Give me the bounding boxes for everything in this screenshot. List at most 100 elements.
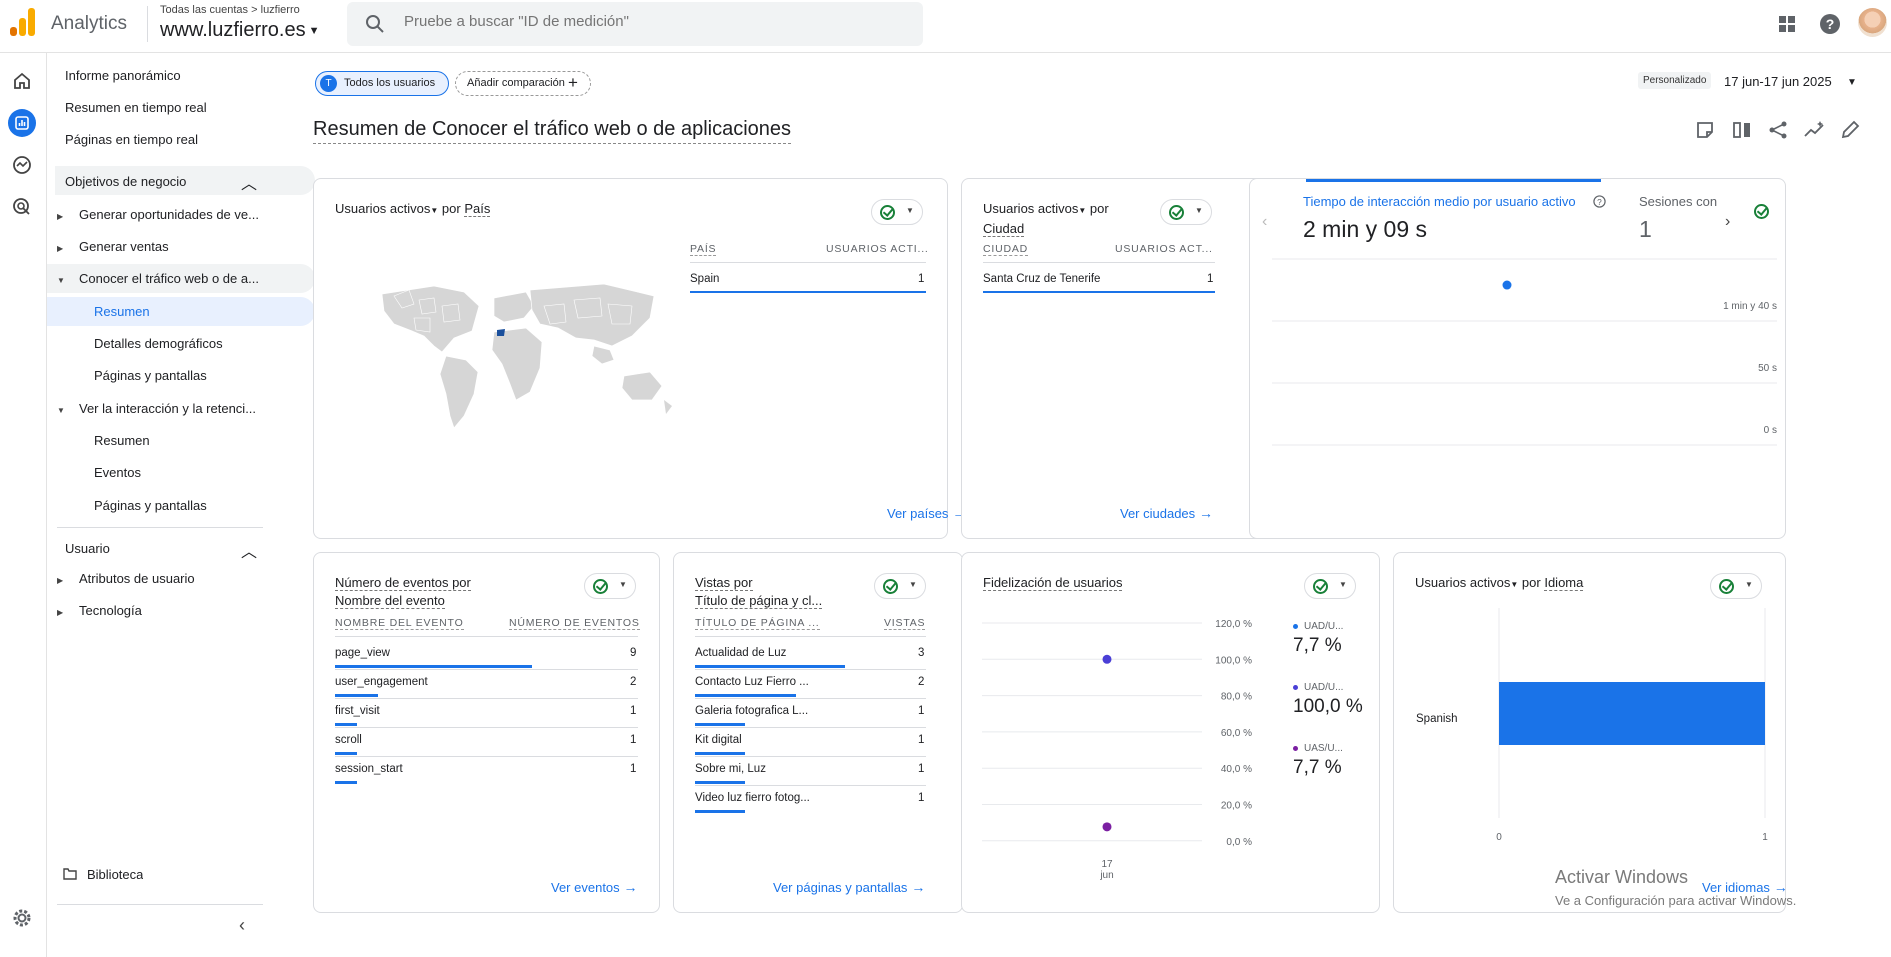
settings-gear-icon[interactable] bbox=[8, 904, 36, 932]
nav-item-tech[interactable]: Tecnología bbox=[79, 603, 142, 618]
metric-selector[interactable]: Usuarios activos bbox=[335, 201, 430, 216]
table-cell-name: Contacto Luz Fierro ... bbox=[695, 676, 809, 688]
caret-down-icon[interactable]: ▼ bbox=[57, 276, 65, 285]
nav-item-traffic-pages[interactable]: Páginas y pantallas bbox=[94, 368, 207, 383]
status-check-dropdown[interactable]: ▼ bbox=[1304, 573, 1356, 599]
nav-item-engagement[interactable]: Ver la interacción y la retenci... bbox=[79, 401, 269, 416]
metric-selector[interactable]: Usuarios activos bbox=[1415, 575, 1510, 590]
link-view-events[interactable]: Ver eventos bbox=[551, 879, 638, 895]
nav-item-leads[interactable]: Generar oportunidades de ve... bbox=[79, 207, 269, 222]
title-a[interactable]: Vistas por bbox=[695, 575, 753, 591]
status-check-dropdown[interactable]: ▼ bbox=[874, 573, 926, 599]
explore-icon[interactable] bbox=[8, 151, 36, 179]
caret-right-icon[interactable]: ▶ bbox=[57, 608, 63, 617]
nav-item-user-attributes[interactable]: Atributos de usuario bbox=[79, 571, 195, 586]
note-icon[interactable] bbox=[1693, 118, 1717, 142]
legend-dot bbox=[1293, 624, 1298, 629]
add-comparison-button[interactable]: Añadir comparación + bbox=[455, 71, 591, 96]
data-point[interactable] bbox=[1102, 654, 1112, 664]
y-tick-label: 100,0 % bbox=[1215, 655, 1252, 666]
chevron-right-icon[interactable]: › bbox=[1725, 213, 1730, 231]
home-icon[interactable] bbox=[8, 67, 36, 95]
link-view-pages[interactable]: Ver páginas y pantallas bbox=[773, 879, 925, 895]
compare-icon[interactable] bbox=[1730, 118, 1754, 142]
metric-selector[interactable]: Usuarios activos bbox=[983, 201, 1078, 216]
chevron-up-icon[interactable]: ︿ bbox=[241, 170, 257, 194]
search-icon bbox=[366, 15, 384, 33]
nav-item-eng-pages[interactable]: Páginas y pantallas bbox=[94, 498, 207, 513]
title-a[interactable]: Número de eventos por bbox=[335, 575, 471, 591]
edit-pencil-icon[interactable] bbox=[1838, 118, 1862, 142]
nav-item-library[interactable]: Biblioteca bbox=[87, 867, 143, 882]
table-cell-name: Spain bbox=[690, 273, 720, 285]
nav-item-realtime-pages[interactable]: Páginas en tiempo real bbox=[65, 132, 198, 147]
status-check-dropdown[interactable]: ▼ bbox=[871, 199, 923, 225]
insights-icon[interactable] bbox=[1802, 118, 1826, 142]
caret-right-icon[interactable]: ▶ bbox=[57, 212, 63, 221]
column-header: PAÍS bbox=[690, 243, 717, 256]
caret-down-icon[interactable]: ▼ bbox=[430, 206, 438, 215]
link-view-cities[interactable]: Ver ciudades bbox=[1120, 505, 1213, 521]
chevron-up-icon[interactable]: ︿ bbox=[241, 538, 257, 562]
reports-icon[interactable] bbox=[8, 109, 36, 137]
search-input[interactable] bbox=[404, 13, 884, 30]
breadcrumb-account[interactable]: luzfierro bbox=[261, 4, 300, 16]
table-cell-value: 1 bbox=[630, 763, 637, 775]
collapse-chevron-icon[interactable]: ‹ bbox=[239, 915, 245, 936]
dimension-selector[interactable]: Ciudad bbox=[983, 221, 1025, 237]
nav-item-overview[interactable]: Informe panorámico bbox=[65, 68, 181, 83]
advertising-icon[interactable] bbox=[8, 193, 36, 221]
search-bar[interactable] bbox=[347, 2, 923, 46]
caret-down-icon[interactable]: ▼ bbox=[1847, 77, 1857, 88]
date-range-selector[interactable]: 17 jun-17 jun 2025 bbox=[1724, 74, 1832, 89]
page-title: Resumen de Conocer el tráfico web o de a… bbox=[313, 118, 792, 144]
status-check-dropdown[interactable]: ▼ bbox=[584, 573, 636, 599]
help-circle-icon[interactable]: ? bbox=[1593, 195, 1606, 208]
header-divider bbox=[147, 6, 148, 42]
status-check-dropdown[interactable]: ▼ bbox=[1710, 573, 1762, 599]
check-circle-icon bbox=[880, 205, 895, 220]
table-divider bbox=[983, 262, 1215, 263]
share-icon[interactable] bbox=[1766, 118, 1790, 142]
nav-item-realtime[interactable]: Resumen en tiempo real bbox=[65, 100, 207, 115]
title-b[interactable]: Nombre del evento bbox=[335, 593, 445, 609]
caret-down-icon[interactable]: ▼ bbox=[1078, 206, 1086, 215]
nav-item-traffic[interactable]: Conocer el tráfico web o de a... bbox=[79, 271, 269, 286]
status-check-dropdown[interactable]: ▼ bbox=[1160, 199, 1212, 225]
apps-grid-icon[interactable] bbox=[1775, 12, 1799, 36]
row-share-bar bbox=[695, 723, 745, 726]
y-tick-label: 0,0 % bbox=[1226, 837, 1252, 848]
bar[interactable] bbox=[1499, 682, 1765, 745]
caret-down-icon[interactable]: ▼ bbox=[1510, 580, 1518, 589]
nav-section-user[interactable]: Usuario bbox=[65, 541, 110, 556]
caret-down-icon[interactable]: ▼ bbox=[57, 406, 65, 415]
help-icon[interactable]: ? bbox=[1818, 12, 1842, 36]
nav-item-traffic-summary[interactable]: Resumen bbox=[94, 304, 150, 319]
table-cell-value: 1 bbox=[918, 273, 925, 285]
segment-chip-all-users[interactable]: T Todos los usuarios bbox=[315, 71, 449, 96]
legend-value: 7,7 % bbox=[1293, 757, 1342, 778]
analytics-logo-icon[interactable] bbox=[10, 8, 36, 36]
caret-right-icon[interactable]: ▶ bbox=[57, 244, 63, 253]
data-point[interactable] bbox=[1502, 280, 1512, 290]
status-check[interactable] bbox=[1752, 199, 1774, 225]
breadcrumb[interactable]: Todas las cuentas > luzfierro bbox=[160, 4, 300, 16]
property-selector[interactable]: www.luzfierro.es ▼ bbox=[160, 19, 320, 42]
nav-item-demographics[interactable]: Detalles demográficos bbox=[94, 336, 223, 351]
data-point[interactable] bbox=[1102, 822, 1112, 832]
nav-item-events[interactable]: Eventos bbox=[94, 465, 141, 480]
caret-right-icon[interactable]: ▶ bbox=[57, 576, 63, 585]
title-b[interactable]: Título de página y cl... bbox=[695, 593, 823, 609]
dimension-selector[interactable]: Idioma bbox=[1544, 575, 1584, 591]
metric2-label[interactable]: Sesiones con bbox=[1639, 194, 1717, 209]
metric2-value: 1 bbox=[1639, 216, 1652, 242]
nav-item-eng-summary[interactable]: Resumen bbox=[94, 433, 150, 448]
caret-down-icon: ▼ bbox=[1745, 580, 1753, 589]
nav-item-sales[interactable]: Generar ventas bbox=[79, 239, 169, 254]
breadcrumb-all-accounts[interactable]: Todas las cuentas bbox=[160, 4, 248, 16]
dimension-selector[interactable]: País bbox=[464, 201, 491, 217]
link-view-countries[interactable]: Ver países bbox=[887, 505, 966, 521]
avatar[interactable] bbox=[1858, 8, 1887, 37]
metric-label[interactable]: Tiempo de interacción medio por usuario … bbox=[1303, 194, 1576, 209]
chevron-left-icon[interactable]: ‹ bbox=[1262, 213, 1267, 231]
